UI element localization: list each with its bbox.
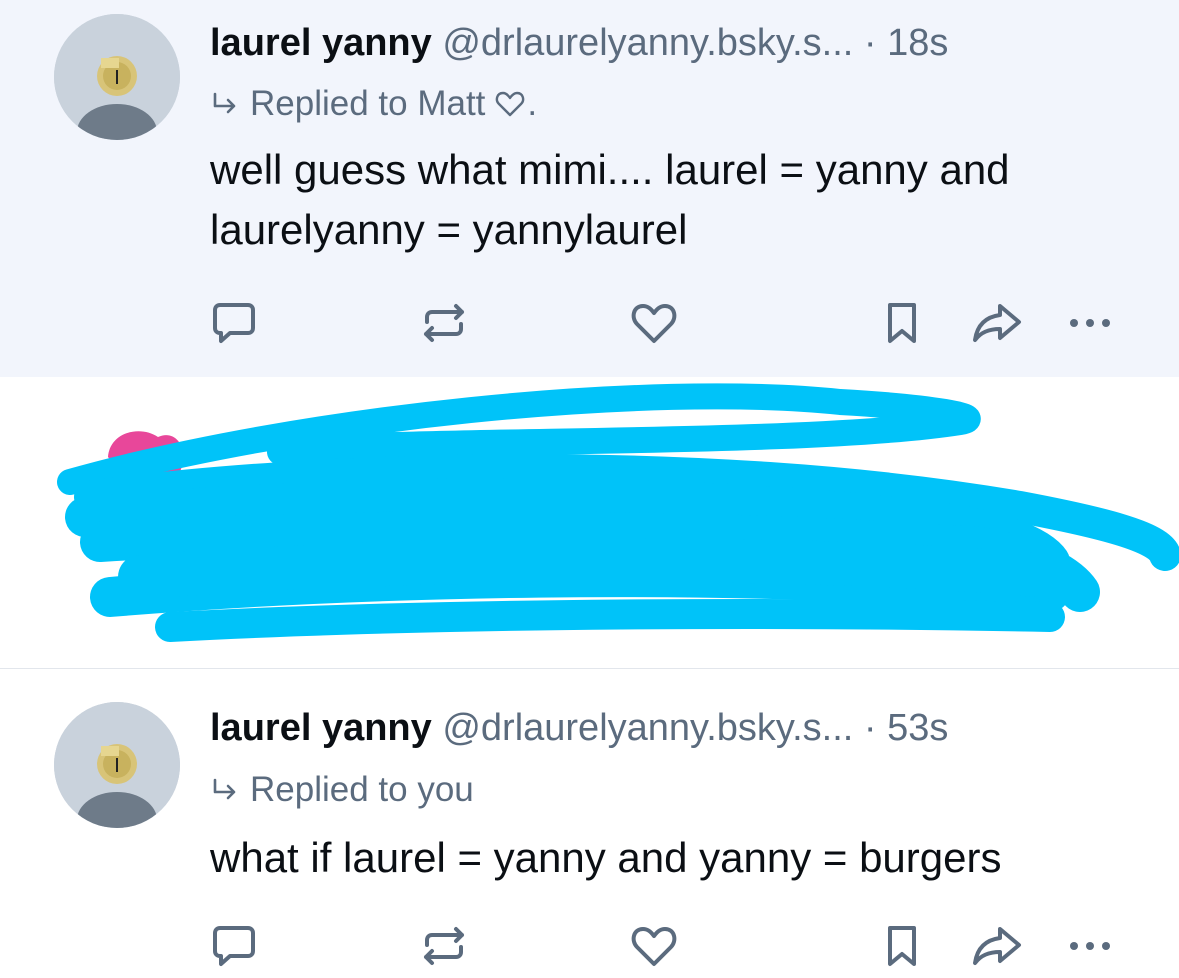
post-header: laurel yanny @drlaurelyanny.bsky.s... · … xyxy=(210,24,948,62)
share-arrow-icon xyxy=(973,927,1021,965)
speech-bubble-icon xyxy=(213,926,255,966)
repost-button[interactable] xyxy=(418,298,470,348)
reply-context-suffix: . xyxy=(527,84,538,123)
reply-button[interactable] xyxy=(208,921,260,971)
more-options-button[interactable] xyxy=(1064,298,1116,348)
post-text: what if laurel = yanny and yanny = burge… xyxy=(210,834,1002,881)
ellipsis-icon xyxy=(1070,319,1110,327)
reply-button[interactable] xyxy=(208,298,260,348)
reply-context[interactable]: Replied to Matt . xyxy=(210,86,537,121)
share-button[interactable] xyxy=(968,298,1026,348)
avatar[interactable] xyxy=(54,702,180,828)
bookmark-icon xyxy=(888,926,916,966)
bookmark-button[interactable] xyxy=(876,921,928,971)
redaction-scribble xyxy=(57,383,1179,642)
post-text: well guess what mimi.... laurel = yanny … xyxy=(210,146,1010,253)
heart-icon xyxy=(631,927,677,966)
speech-bubble-icon xyxy=(213,303,255,343)
post-actions xyxy=(0,915,1179,975)
more-options-button[interactable] xyxy=(1064,921,1116,971)
redacted-post xyxy=(0,377,1179,669)
post-time[interactable]: · 53s xyxy=(864,707,948,749)
ellipsis-icon xyxy=(1070,942,1110,950)
avatar-image xyxy=(54,14,180,140)
avatar[interactable] xyxy=(54,14,180,140)
share-arrow-icon xyxy=(973,304,1021,342)
post-item[interactable]: laurel yanny @drlaurelyanny.bsky.s... · … xyxy=(0,669,1179,978)
reply-context-label: Replied to Matt xyxy=(250,84,486,123)
post-actions xyxy=(0,292,1179,352)
author-name[interactable]: laurel yanny xyxy=(210,22,432,64)
repost-arrows-icon xyxy=(424,304,464,342)
post-header: laurel yanny @drlaurelyanny.bsky.s... · … xyxy=(210,709,948,747)
reply-arrow-icon xyxy=(213,778,236,799)
like-button[interactable] xyxy=(628,298,680,348)
heart-icon xyxy=(496,91,525,116)
post-time[interactable]: · 18s xyxy=(864,22,948,64)
avatar-image xyxy=(54,702,180,828)
author-handle[interactable]: @drlaurelyanny.bsky.s... xyxy=(442,707,853,749)
reply-context-label: Replied to you xyxy=(250,770,474,809)
bookmark-button[interactable] xyxy=(876,298,928,348)
repost-button[interactable] xyxy=(418,921,470,971)
post-item[interactable]: laurel yanny @drlaurelyanny.bsky.s... · … xyxy=(0,0,1179,378)
bookmark-icon xyxy=(888,303,916,343)
share-button[interactable] xyxy=(968,921,1026,971)
author-name[interactable]: laurel yanny xyxy=(210,707,432,749)
heart-icon xyxy=(631,304,677,343)
author-handle[interactable]: @drlaurelyanny.bsky.s... xyxy=(442,22,853,64)
reply-arrow-icon xyxy=(213,92,236,113)
like-button[interactable] xyxy=(628,921,680,971)
repost-arrows-icon xyxy=(424,927,464,965)
reply-context[interactable]: Replied to you xyxy=(210,772,474,807)
